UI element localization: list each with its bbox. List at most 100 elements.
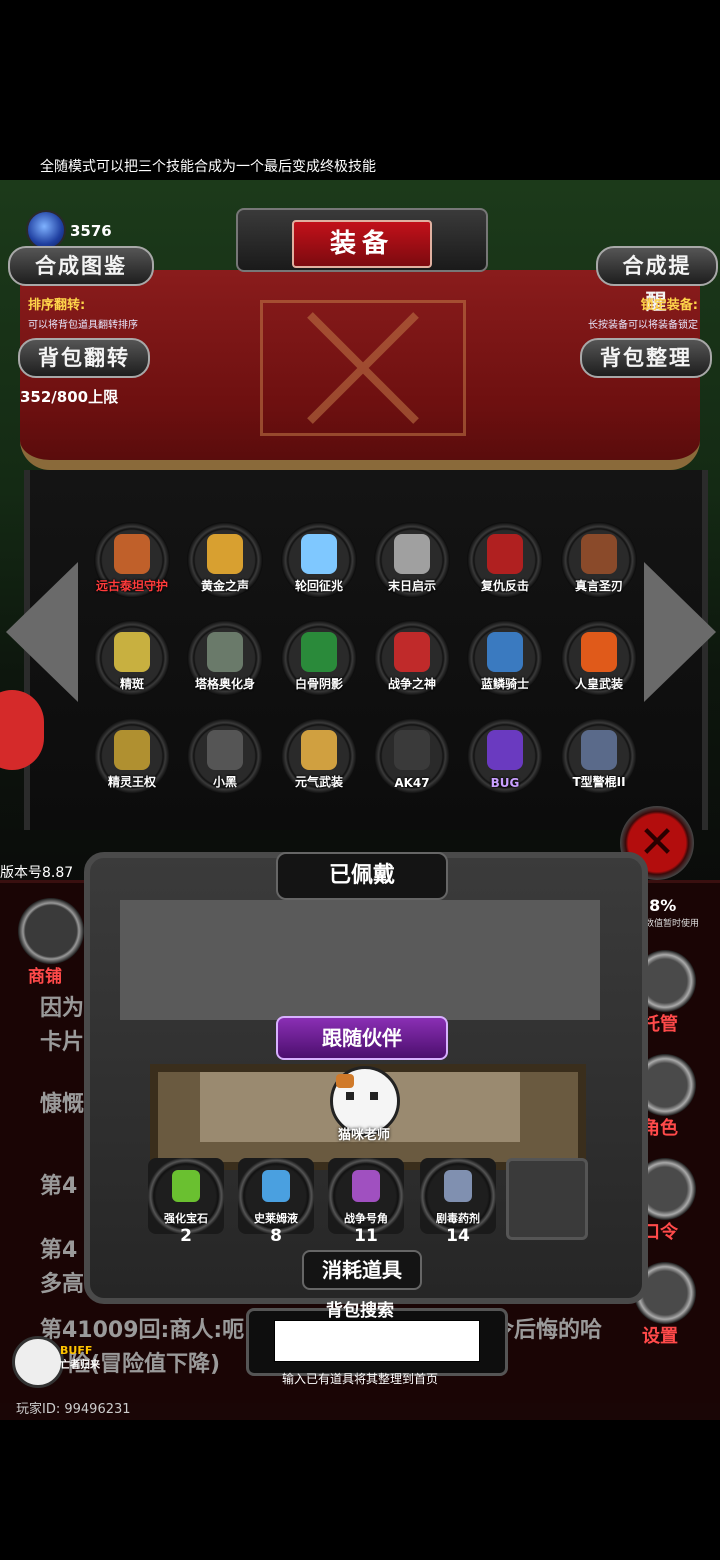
skull-buff-icon[interactable]: [12, 1336, 64, 1388]
log-line: 令后悔的哈: [492, 1318, 603, 1343]
equipment-item[interactable]: T型警棍II: [561, 718, 637, 794]
sort-flip-description: 可以将背包道具翻转排序: [28, 320, 138, 331]
cat-eye: [346, 1092, 354, 1100]
consumable-name: 剧毒药剂: [436, 1212, 480, 1225]
equipped-title: 已佩戴: [276, 852, 448, 900]
equipment-icon: [581, 632, 617, 672]
equipment-name: 白骨阴影: [294, 677, 343, 691]
equipment-name: 黄金之声: [200, 579, 249, 593]
equipment-item[interactable]: 塔格奥化身: [187, 620, 263, 696]
settings-label[interactable]: 设置: [642, 1322, 678, 1348]
log-line: 多高: [40, 1272, 85, 1297]
equipment-icon: [581, 730, 617, 770]
crossed-swords-emblem: [260, 300, 466, 436]
bag-flip-button[interactable]: 背包翻转: [18, 338, 150, 378]
equipment-icon: [114, 534, 150, 574]
tip-text: 全随模式可以把三个技能合成为一个最后变成终极技能: [40, 159, 376, 175]
cat-spot: [336, 1074, 354, 1088]
log-line: 因为: [40, 996, 85, 1021]
equipment-name: 人皇武装: [574, 677, 623, 691]
equipment-item[interactable]: 轮回征兆: [281, 522, 357, 598]
equipment-item[interactable]: BUG: [467, 718, 543, 794]
equipment-name: 末日启示: [387, 579, 436, 593]
consumable-item[interactable]: 剧毒药剂: [420, 1158, 496, 1234]
blue-gem-icon: [26, 210, 66, 250]
equipment-item[interactable]: 复仇反击: [467, 522, 543, 598]
equipment-icon: [114, 730, 150, 770]
equipment-item[interactable]: 末日启示: [374, 522, 450, 598]
equipment-icon: [207, 730, 243, 770]
companion-title: 跟随伙伴: [276, 1016, 448, 1060]
consumable-count: 2: [180, 1226, 192, 1246]
equipment-icon: [301, 632, 337, 672]
log-line: 卡片: [40, 1030, 85, 1055]
consumables-title: 消耗道具: [302, 1250, 422, 1290]
equipment-icon: [581, 534, 617, 574]
equipment-name: 远古泰坦守护: [95, 579, 168, 593]
bag-search-hint: 输入已有道具将其整理到首页: [281, 1372, 438, 1386]
sort-flip-title: 排序翻转:: [28, 298, 86, 313]
consumable-icon: [352, 1170, 380, 1202]
equipment-item[interactable]: 黄金之声: [187, 522, 263, 598]
companion-name: 猫咪老师: [337, 1128, 390, 1143]
consumable-item[interactable]: 史莱姆液: [238, 1158, 314, 1234]
equipment-name: 小黑: [212, 775, 237, 789]
equipment-item[interactable]: 战争之神: [374, 620, 450, 696]
gem-count: 3576: [70, 222, 112, 240]
equipment-name: 塔格奥化身: [194, 677, 255, 691]
log-line: 第4: [40, 1238, 78, 1263]
equipment-icon: [301, 730, 337, 770]
equipment-name: 真言圣刃: [574, 579, 623, 593]
equipment-item[interactable]: 白骨阴影: [281, 620, 357, 696]
equipment-icon: [394, 730, 430, 770]
equipment-icon: [207, 632, 243, 672]
equipment-name: 蓝鳞骑士: [480, 677, 529, 691]
prev-page-arrow-icon[interactable]: [6, 562, 78, 702]
equipment-name: T型警棍II: [572, 775, 626, 789]
equipment-name: AK47: [394, 776, 430, 790]
equipment-name: BUG: [490, 776, 520, 790]
synthesis-catalog-button[interactable]: 合成图鉴: [8, 246, 154, 286]
equipment-item[interactable]: 精斑: [94, 620, 170, 696]
buff-name: 亡者归来: [60, 1360, 100, 1371]
equipped-slot-area[interactable]: [120, 900, 600, 1020]
equipment-item[interactable]: AK47: [374, 718, 450, 794]
bag-sort-button[interactable]: 背包整理: [580, 338, 712, 378]
equipment-icon: [487, 534, 523, 574]
equipment-icon: [114, 632, 150, 672]
log-line: 第41009回:商人:呃: [40, 1318, 245, 1343]
lock-equipment-description: 长按装备可以将装备锁定: [588, 320, 698, 331]
shop-label[interactable]: 商铺: [28, 962, 62, 987]
consumable-count: 8: [270, 1226, 282, 1246]
equipment-name: 元气武装: [294, 775, 343, 789]
consumable-icon: [444, 1170, 472, 1202]
equipment-item[interactable]: 远古泰坦守护: [94, 522, 170, 598]
next-page-arrow-icon[interactable]: [644, 562, 716, 702]
bag-capacity: 352/800上限: [20, 388, 119, 406]
shop-icon[interactable]: [18, 898, 84, 964]
equipment-icon: [487, 730, 523, 770]
consumable-item[interactable]: 强化宝石: [148, 1158, 224, 1234]
equipment-item[interactable]: 元气武装: [281, 718, 357, 794]
equipment-name: 战争之神: [387, 677, 436, 691]
equipment-icon: [487, 632, 523, 672]
equipment-item[interactable]: 蓝鳞骑士: [467, 620, 543, 696]
version-label: 版本号8.87: [0, 865, 74, 881]
cat-eye: [370, 1092, 378, 1100]
equipment-item[interactable]: 人皇武装: [561, 620, 637, 696]
consumable-item[interactable]: 战争号角: [328, 1158, 404, 1234]
equipment-item[interactable]: 精灵王权: [94, 718, 170, 794]
bag-search-input[interactable]: [274, 1320, 480, 1362]
equipment-name: 轮回征兆: [294, 579, 343, 593]
consumable-icon: [262, 1170, 290, 1202]
consumable-name: 强化宝石: [164, 1212, 208, 1225]
empty-consumable-slot[interactable]: [506, 1158, 588, 1240]
lock-equipment-title: 锁定装备:: [640, 298, 698, 313]
consumable-count: 11: [354, 1226, 378, 1246]
equipment-name: 精斑: [119, 677, 144, 691]
equipment-item[interactable]: 小黑: [187, 718, 263, 794]
equipment-item[interactable]: 真言圣刃: [561, 522, 637, 598]
synthesis-reminder-button[interactable]: 合成提醒: [596, 246, 718, 314]
log-line: 第4: [40, 1174, 78, 1199]
equipment-name: 精灵王权: [107, 775, 156, 789]
